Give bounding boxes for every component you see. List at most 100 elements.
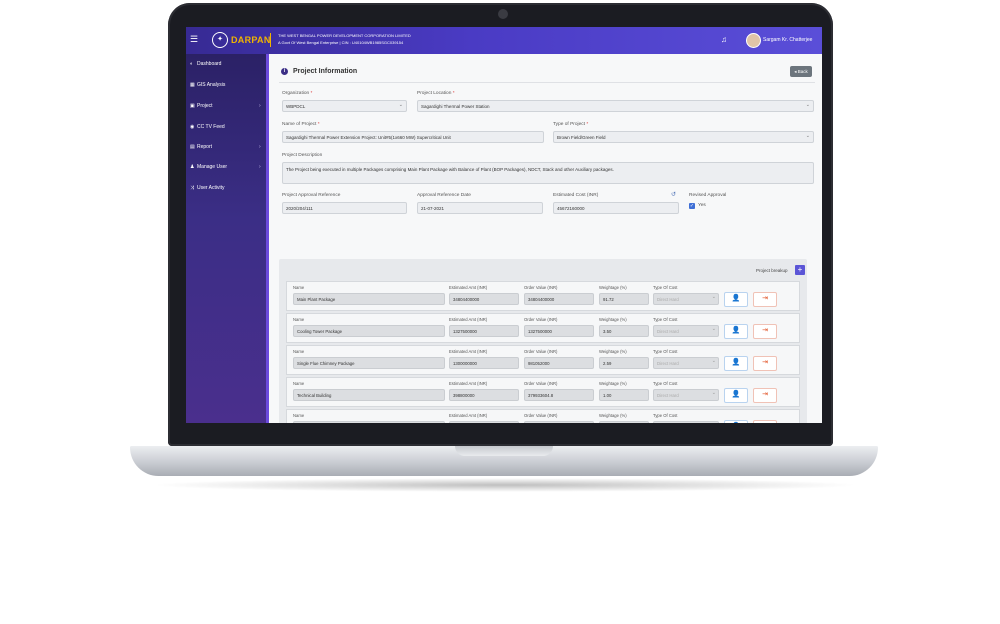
breakup-order-field[interactable]: 981052000 [524, 357, 594, 369]
breakup-order-field[interactable]: 34804400000 [524, 293, 594, 305]
remove-row-button[interactable]: ⇥ [753, 356, 777, 371]
breakup-row: Name GM Bunglow Estimated Amt (INR) 3130000… [286, 409, 800, 423]
revised-yes-label: Yes [698, 203, 706, 208]
breakup-estimated-field[interactable]: 1327500000 [449, 325, 519, 337]
sidebar-item-label: Dashboard [197, 61, 222, 67]
user-avatar[interactable] [746, 33, 761, 48]
breakup-weightage-field[interactable]: 3.50 [599, 325, 649, 337]
project-type-select[interactable]: Brown Field/Green Field [553, 131, 814, 143]
organization-select[interactable]: WBPDCL [282, 100, 407, 112]
notification-bell-icon[interactable]: ♫ [721, 35, 727, 44]
remove-row-button[interactable]: ⇥ [753, 292, 777, 307]
breakup-estimated-field[interactable]: 34804400000 [449, 293, 519, 305]
info-icon: i [281, 68, 288, 75]
weightage-col-label: Weightage (%) [599, 285, 627, 290]
estimated-col-label: Estimated Amt (INR) [449, 317, 488, 322]
breakup-type-select[interactable]: Direct Hard [653, 292, 719, 305]
breakup-name-field[interactable]: GM Bunglow [293, 421, 445, 423]
name-col-label: Name [293, 349, 305, 354]
hamburger-menu-icon[interactable]: ☰ [190, 35, 199, 44]
sidebar-item-icon: ▦ [190, 82, 195, 88]
add-breakup-button[interactable]: + [795, 265, 805, 275]
breakup-weightage-field[interactable]: 0.82 [599, 421, 649, 423]
breakup-weightage-field[interactable]: 91.72 [599, 293, 649, 305]
sidebar-item-manage-user[interactable]: ♟ Manage User › [186, 161, 269, 173]
order-col-label: Order Value (INR) [524, 381, 558, 386]
assign-user-button[interactable]: 👤 [724, 324, 748, 339]
laptop-notch [455, 446, 553, 456]
sidebar-item-label: GIS Analysis [197, 82, 226, 88]
estimated-cost-field[interactable]: 45672160000 [553, 202, 679, 214]
estimated-col-label: Estimated Amt (INR) [449, 413, 488, 418]
assign-user-button[interactable]: 👤 [724, 388, 748, 403]
approval-ref-label: Project Approval Reference [282, 193, 341, 198]
project-name-field[interactable]: Sagardighi Thermal Power Extension Proje… [282, 131, 544, 143]
breakup-type-select[interactable]: Direct Hard [653, 420, 719, 423]
card-header: i Project Information ◂ Back [279, 64, 812, 84]
back-button[interactable]: ◂ Back [790, 66, 812, 77]
breakup-estimated-field[interactable]: 398800000 [449, 389, 519, 401]
project-type-label: Type of Project * [553, 122, 589, 127]
breakup-weightage-field[interactable]: 1.00 [599, 389, 649, 401]
weightage-col-label: Weightage (%) [599, 381, 627, 386]
breakup-name-field[interactable]: Single Flue Chimney Package [293, 357, 445, 369]
revised-approval-checkbox[interactable]: ✓ [689, 203, 695, 209]
breakup-name-field[interactable]: Main Plant Package [293, 293, 445, 305]
location-select[interactable]: Sagardighi Thermal Power Station [417, 100, 814, 112]
type-col-label: Type Of Cost [653, 285, 678, 290]
assign-user-button[interactable]: 👤 [724, 420, 748, 423]
main-content: i Project Information ◂ Back Organizatio… [269, 54, 822, 423]
sidebar-item-icon: ▤ [190, 144, 195, 150]
organization-label: Organization * [282, 91, 313, 96]
top-navbar: ☰ ✦ DARPAN THE WEST BENGAL POWER DEVELOP… [186, 27, 822, 54]
page-title: Project Information [293, 68, 358, 75]
approval-date-field[interactable]: 21-07-2021 [417, 202, 543, 214]
type-col-label: Type Of Cost [653, 413, 678, 418]
breakup-order-field[interactable]: 1327500000 [524, 325, 594, 337]
type-col-label: Type Of Cost [653, 349, 678, 354]
breakup-estimated-field[interactable]: 1300000000 [449, 357, 519, 369]
name-col-label: Name [293, 381, 305, 386]
breakup-type-select[interactable]: Direct Hard [653, 324, 719, 337]
breakup-order-field[interactable]: 379933604.8 [524, 389, 594, 401]
sidebar-item-label: Manage User [197, 164, 228, 170]
weightage-col-label: Weightage (%) [599, 317, 627, 322]
header-divider [279, 82, 815, 83]
remove-row-button[interactable]: ⇥ [753, 324, 777, 339]
description-textarea[interactable]: The Project being executed in multiple P… [282, 162, 814, 184]
assign-user-button[interactable]: 👤 [724, 292, 748, 307]
breakup-row: Name Technical Building Estimated Amt (INR… [286, 377, 800, 407]
breakup-row: Name Cooling Tower Package Estimated Amt (… [286, 313, 800, 343]
corporation-subtitle: A Govt Of West Bengal Enterprise | CIN :… [278, 40, 404, 45]
assign-user-button[interactable]: 👤 [724, 356, 748, 371]
weightage-col-label: Weightage (%) [599, 349, 627, 354]
breakup-type-select[interactable]: Direct Hard [653, 356, 719, 369]
refresh-icon[interactable]: ↺ [671, 191, 676, 198]
sidebar-item-label: Report [197, 144, 213, 150]
chevron-right-icon: › [259, 164, 261, 170]
laptop-screen: ☰ ✦ DARPAN THE WEST BENGAL POWER DEVELOP… [186, 27, 822, 423]
chevron-right-icon: › [259, 103, 261, 109]
breakup-estimated-field[interactable]: 31300000 [449, 421, 519, 423]
sidebar-item-user-activity[interactable]: ⤨ User Activity [186, 182, 269, 194]
sidebar-item-cc-tv-feed[interactable]: ◉ CC TV Feed [186, 121, 269, 133]
sidebar-item-project[interactable]: ▣ Project › [186, 100, 269, 112]
sidebar-item-gis-analysis[interactable]: ▦ GIS Analysis [186, 79, 269, 91]
laptop-shadow [150, 478, 860, 492]
breakup-weightage-field[interactable]: 2.59 [599, 357, 649, 369]
user-name[interactable]: Sargam Kr. Chatterjee [763, 37, 812, 43]
breakup-type-select[interactable]: Direct Hard [653, 388, 719, 401]
chevron-right-icon: › [259, 144, 261, 150]
approval-ref-field[interactable]: 2020/204/111 [282, 202, 407, 214]
breakup-name-field[interactable]: Cooling Tower Package [293, 325, 445, 337]
sidebar-item-report[interactable]: ▤ Report › [186, 141, 269, 153]
breakup-name-field[interactable]: Technical Building [293, 389, 445, 401]
remove-row-button[interactable]: ⇥ [753, 420, 777, 423]
type-col-label: Type Of Cost [653, 317, 678, 322]
sidebar-item-label: User Activity [197, 185, 225, 191]
back-button-label: Back [797, 69, 808, 74]
remove-row-button[interactable]: ⇥ [753, 388, 777, 403]
brand-name[interactable]: DARPAN [231, 35, 271, 45]
breakup-order-field[interactable]: 313000000 [524, 421, 594, 423]
sidebar-item-dashboard[interactable]: ◐ Dashboard [186, 58, 269, 70]
